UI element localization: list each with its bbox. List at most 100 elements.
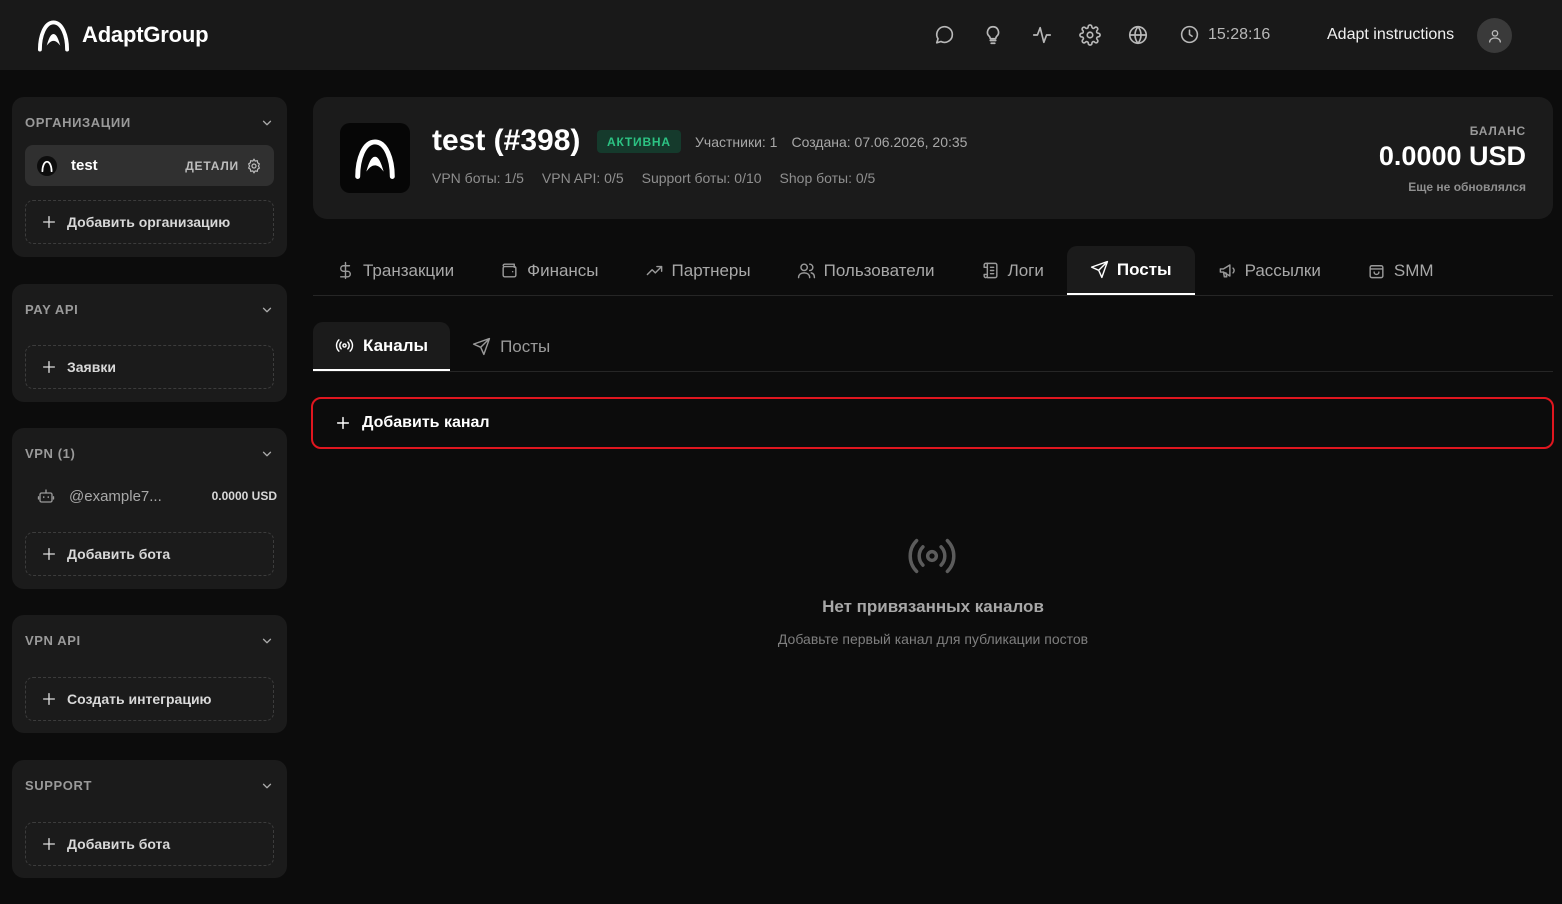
plus-icon bbox=[336, 416, 350, 430]
users-icon bbox=[797, 263, 815, 279]
clock: 15:28:16 bbox=[1179, 24, 1270, 45]
activity-icon[interactable] bbox=[1031, 24, 1053, 46]
organizations-title: ОРГАНИЗАЦИИ bbox=[25, 115, 131, 130]
tab-label: Партнеры bbox=[671, 260, 751, 280]
vpn-api-header[interactable]: VPN API bbox=[25, 633, 274, 648]
shop-bots-limit: Shop боты: 0/5 bbox=[779, 170, 876, 186]
app-logo[interactable]: AdaptGroup bbox=[37, 18, 209, 52]
vpn-bot-item[interactable]: @example7... 0.0000 USD bbox=[37, 487, 277, 505]
plus-icon bbox=[43, 548, 55, 560]
subtab-label: Посты bbox=[500, 336, 551, 356]
balance-note: Еще не обновлялся bbox=[1408, 180, 1526, 194]
add-vpn-bot-button[interactable]: Добавить бота bbox=[25, 532, 274, 576]
lightbulb-icon[interactable] bbox=[982, 24, 1004, 46]
send-icon bbox=[472, 337, 491, 356]
tab-transactions[interactable]: Транзакции bbox=[313, 246, 477, 295]
pay-api-panel: PAY API Заявки bbox=[12, 284, 287, 402]
tab-label: Рассылки bbox=[1244, 260, 1321, 280]
main-tabs: Транзакции Финансы Партнеры Пользователи… bbox=[313, 246, 1553, 296]
dollar-icon bbox=[340, 261, 351, 280]
vpn-header[interactable]: VPN (1) bbox=[25, 446, 274, 461]
status-badge: АКТИВНА bbox=[597, 130, 681, 153]
plus-icon bbox=[43, 216, 55, 228]
plus-icon bbox=[43, 361, 55, 373]
empty-state-title: Нет привязанных каналов bbox=[822, 597, 1044, 616]
broadcast-icon bbox=[335, 339, 354, 352]
send-icon bbox=[1090, 260, 1109, 279]
megaphone-icon bbox=[1219, 264, 1235, 278]
add-support-bot-label: Добавить бота bbox=[67, 836, 171, 852]
tab-label: Пользователи bbox=[823, 260, 935, 280]
create-integration-label: Создать интеграцию bbox=[67, 691, 212, 707]
organization-meta: Участники: 1 Создана: 07.06.2026, 20:35 bbox=[695, 134, 967, 150]
vpn-bots-limit: VPN боты: 1/5 bbox=[432, 170, 524, 186]
subtab-channels[interactable]: Каналы bbox=[313, 322, 451, 371]
trending-up-icon bbox=[646, 265, 662, 276]
tab-partners[interactable]: Партнеры bbox=[622, 246, 774, 295]
organization-title: test (#398) bbox=[432, 124, 581, 157]
organizations-panel: ОРГАНИЗАЦИИ test ДЕТАЛИ Добавить организ… bbox=[12, 97, 287, 257]
globe-icon[interactable] bbox=[1127, 24, 1149, 46]
tab-posts[interactable]: Посты bbox=[1066, 246, 1195, 295]
clock-icon bbox=[1180, 25, 1199, 44]
organizations-header[interactable]: ОРГАНИЗАЦИИ bbox=[25, 115, 274, 130]
tab-label: Финансы bbox=[527, 260, 599, 280]
vpn-api-title: VPN API bbox=[25, 633, 81, 648]
avatar[interactable] bbox=[1477, 18, 1512, 53]
organization-name: test bbox=[71, 157, 98, 174]
shopping-bag-icon bbox=[1369, 265, 1384, 279]
support-header[interactable]: SUPPORT bbox=[25, 778, 274, 793]
tab-logs[interactable]: Логи bbox=[958, 246, 1067, 295]
bot-icon bbox=[37, 489, 55, 503]
support-bots-limit: Support боты: 0/10 bbox=[641, 170, 762, 186]
add-vpn-bot-label: Добавить бота bbox=[67, 546, 171, 562]
top-bar: AdaptGroup 15:28:16 Adapt instructions bbox=[0, 0, 1562, 70]
tab-users[interactable]: Пользователи bbox=[774, 246, 958, 295]
subtab-posts[interactable]: Посты bbox=[450, 322, 572, 371]
create-integration-button[interactable]: Создать интеграцию bbox=[25, 677, 274, 721]
chevron-down-icon[interactable] bbox=[260, 303, 274, 317]
chevron-down-icon[interactable] bbox=[260, 116, 274, 130]
add-channel-button[interactable]: Добавить канал bbox=[311, 397, 1554, 449]
pay-api-header[interactable]: PAY API bbox=[25, 302, 274, 317]
org-logo-icon bbox=[37, 155, 57, 176]
subtab-label: Каналы bbox=[363, 335, 429, 355]
tab-label: Посты bbox=[1116, 259, 1172, 279]
plus-icon bbox=[43, 693, 55, 705]
user-name[interactable]: Adapt instructions bbox=[1327, 26, 1454, 44]
clock-time: 15:28:16 bbox=[1208, 25, 1271, 43]
organization-details-link[interactable]: ДЕТАЛИ bbox=[185, 159, 239, 173]
balance-value: 0.0000 USD bbox=[1378, 141, 1526, 171]
support-panel: SUPPORT Добавить бота bbox=[12, 760, 287, 878]
bot-balance: 0.0000 USD bbox=[211, 489, 277, 503]
logo-mark-icon bbox=[355, 139, 395, 179]
wallet-icon bbox=[502, 263, 517, 278]
chevron-down-icon[interactable] bbox=[260, 779, 274, 793]
tab-finance[interactable]: Финансы bbox=[477, 246, 621, 295]
bot-name: @example7... bbox=[69, 487, 162, 505]
user-icon bbox=[1488, 29, 1501, 43]
pay-api-title: PAY API bbox=[25, 302, 79, 317]
add-channel-label: Добавить канал bbox=[362, 414, 490, 431]
requests-button[interactable]: Заявки bbox=[25, 345, 274, 389]
tab-label: Логи bbox=[1007, 260, 1044, 280]
chat-icon[interactable] bbox=[934, 24, 956, 46]
vpn-api-limit: VPN API: 0/5 bbox=[541, 170, 624, 186]
vpn-title: VPN (1) bbox=[25, 446, 76, 461]
gear-icon[interactable] bbox=[246, 157, 262, 174]
scroll-icon bbox=[983, 262, 998, 279]
organization-item-test[interactable]: test ДЕТАЛИ bbox=[25, 145, 274, 186]
chevron-down-icon[interactable] bbox=[260, 447, 274, 461]
members-count: Участники: 1 bbox=[695, 134, 778, 150]
add-organization-label: Добавить организацию bbox=[67, 214, 231, 230]
add-organization-button[interactable]: Добавить организацию bbox=[25, 200, 274, 244]
organization-card: test (#398) АКТИВНА Участники: 1 Создана… bbox=[313, 97, 1553, 219]
requests-label: Заявки bbox=[67, 359, 116, 375]
logo-mark-icon bbox=[37, 20, 70, 52]
created-date: Создана: 07.06.2026, 20:35 bbox=[791, 134, 968, 150]
tab-mailings[interactable]: Рассылки bbox=[1195, 246, 1344, 295]
settings-icon[interactable] bbox=[1079, 24, 1101, 46]
add-support-bot-button[interactable]: Добавить бота bbox=[25, 822, 274, 866]
tab-smm[interactable]: SMM bbox=[1344, 246, 1457, 295]
chevron-down-icon[interactable] bbox=[260, 634, 274, 648]
